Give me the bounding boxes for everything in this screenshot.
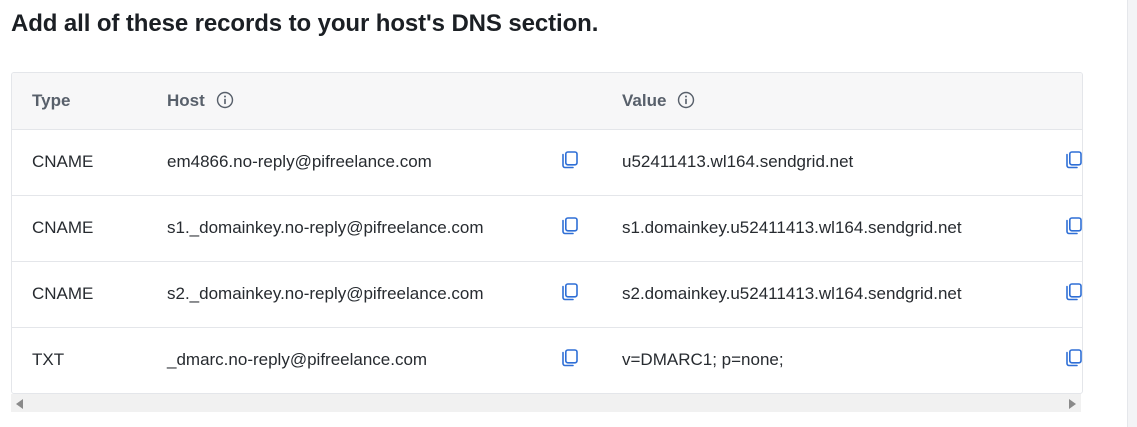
table-row: CNAME em4866.no-reply@pifreelance.com u524… [12, 129, 1082, 195]
copy-icon[interactable] [560, 348, 580, 368]
copy-host-button[interactable] [547, 327, 622, 393]
table-row: CNAME s2._domainkey.no-reply@pifreelance.… [12, 261, 1082, 327]
scroll-right-arrow-icon[interactable] [1069, 399, 1076, 409]
column-header-host-label: Host [167, 90, 205, 110]
copy-icon[interactable] [1064, 150, 1083, 170]
table-header-row: Type Host Value [12, 73, 1082, 129]
copy-icon[interactable] [1064, 282, 1083, 302]
column-header-spacer [1052, 73, 1082, 129]
copy-value-button[interactable] [1052, 195, 1082, 261]
page-edge-scroll-area [1127, 0, 1137, 427]
horizontal-scrollbar[interactable] [11, 394, 1081, 412]
page-title: Add all of these records to your host's … [11, 10, 599, 37]
copy-icon[interactable] [560, 282, 580, 302]
scroll-left-arrow-icon[interactable] [16, 399, 23, 409]
record-value: s2.domainkey.u52411413.wl164.sendgrid.ne… [622, 284, 962, 303]
copy-icon[interactable] [560, 216, 580, 236]
record-type: CNAME [32, 218, 94, 237]
copy-icon[interactable] [1064, 348, 1083, 368]
record-host: _dmarc.no-reply@pifreelance.com [167, 350, 428, 370]
copy-value-button[interactable] [1052, 327, 1082, 393]
table-row: CNAME s1._domainkey.no-reply@pifreelance.… [12, 195, 1082, 261]
record-value: u52411413.wl164.sendgrid.net [622, 152, 854, 171]
info-icon[interactable] [216, 91, 234, 109]
info-icon[interactable] [677, 91, 695, 109]
column-header-spacer [547, 73, 622, 129]
record-type: CNAME [32, 152, 94, 171]
record-value: v=DMARC1; p=none; [622, 350, 784, 370]
column-header-type-label: Type [32, 90, 71, 110]
record-type: CNAME [32, 284, 94, 303]
copy-value-button[interactable] [1052, 261, 1082, 327]
record-value: s1.domainkey.u52411413.wl164.sendgrid.ne… [622, 218, 962, 237]
dns-records-table: Type Host Value CNAME em4866.no-reply@pi… [11, 72, 1083, 394]
column-header-host: Host [167, 73, 547, 129]
record-host: em4866.no-reply@pifreelance.com [167, 152, 432, 171]
copy-host-button[interactable] [547, 195, 622, 261]
record-type: TXT [32, 350, 65, 370]
copy-host-button[interactable] [547, 129, 622, 195]
record-host: s1._domainkey.no-reply@pifreelance.com [167, 218, 484, 237]
copy-icon[interactable] [560, 150, 580, 170]
copy-icon[interactable] [1064, 216, 1083, 236]
column-header-value: Value [622, 73, 1052, 129]
record-host: s2._domainkey.no-reply@pifreelance.com [167, 284, 484, 303]
copy-host-button[interactable] [547, 261, 622, 327]
copy-value-button[interactable] [1052, 129, 1082, 195]
column-header-value-label: Value [622, 90, 667, 110]
column-header-type: Type [12, 73, 167, 129]
table-row: TXT _dmarc.no-reply@pifreelance.com v=DMAR… [12, 327, 1082, 393]
